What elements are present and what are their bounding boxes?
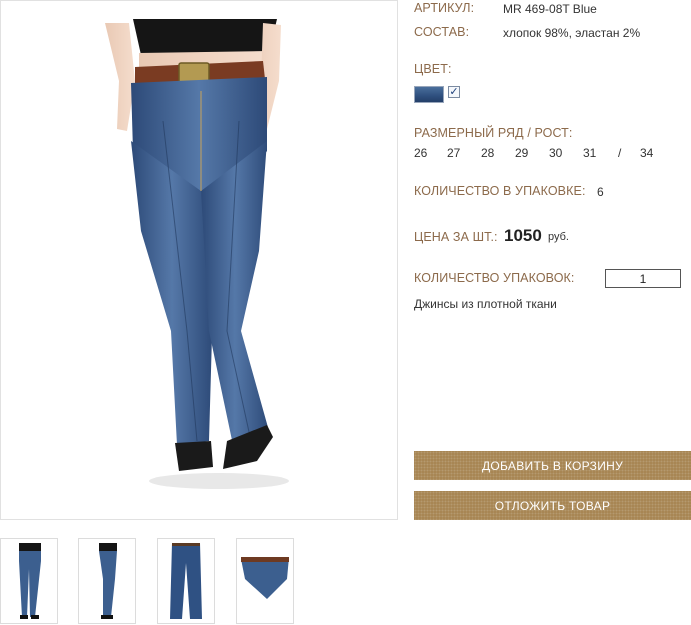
- color-selected-checkbox[interactable]: ✓: [448, 86, 460, 98]
- size-list: 26 27 28 29 30 31 / 34: [414, 146, 674, 162]
- product-description: Джинсы из плотной ткани: [414, 297, 557, 311]
- add-to-cart-button[interactable]: ДОБАВИТЬ В КОРЗИНУ: [414, 451, 691, 480]
- jeans-model-illustration: [105, 19, 289, 489]
- jeans-side-thumbnail-icon: [99, 543, 117, 619]
- price-currency: руб.: [548, 231, 569, 243]
- color-label: ЦВЕТ:: [414, 62, 452, 76]
- color-swatch-blue[interactable]: [414, 86, 444, 103]
- composition-label: СОСТАВ:: [414, 25, 470, 39]
- thumbnail-side[interactable]: [78, 538, 136, 624]
- article-label: АРТИКУЛ:: [414, 1, 475, 15]
- article-value: MR 469-08T Blue: [503, 2, 597, 16]
- size-item: 29: [515, 146, 529, 160]
- thumbnail-flat[interactable]: [157, 538, 215, 624]
- main-product-image[interactable]: [0, 0, 398, 520]
- packs-quantity-input[interactable]: [605, 269, 681, 288]
- price-label: ЦЕНА ЗА ШТ.:: [414, 230, 498, 244]
- size-item: 27: [447, 146, 461, 160]
- pack-quantity-label: КОЛИЧЕСТВО В УПАКОВКЕ:: [414, 184, 586, 198]
- size-item: 31: [583, 146, 597, 160]
- size-item: 28: [481, 146, 495, 160]
- size-item: 26: [414, 146, 428, 160]
- thumbnail-front[interactable]: [0, 538, 58, 624]
- jeans-waist-thumbnail-icon: [241, 557, 289, 599]
- jeans-flat-thumbnail-icon: [170, 543, 202, 619]
- size-separator: /: [618, 146, 622, 160]
- size-item: 34: [640, 146, 654, 160]
- price-value: 1050: [504, 226, 542, 245]
- pack-quantity-value: 6: [597, 185, 604, 199]
- jeans-front-thumbnail-icon: [19, 543, 41, 619]
- size-range-label: РАЗМЕРНЫЙ РЯД / РОСТ:: [414, 126, 573, 140]
- composition-value: хлопок 98%, эластан 2%: [503, 26, 641, 40]
- packs-quantity-label: КОЛИЧЕСТВО УПАКОВОК:: [414, 271, 575, 285]
- thumbnail-waist-detail[interactable]: [236, 538, 294, 624]
- save-item-button[interactable]: ОТЛОЖИТЬ ТОВАР: [414, 491, 691, 520]
- size-item: 30: [549, 146, 563, 160]
